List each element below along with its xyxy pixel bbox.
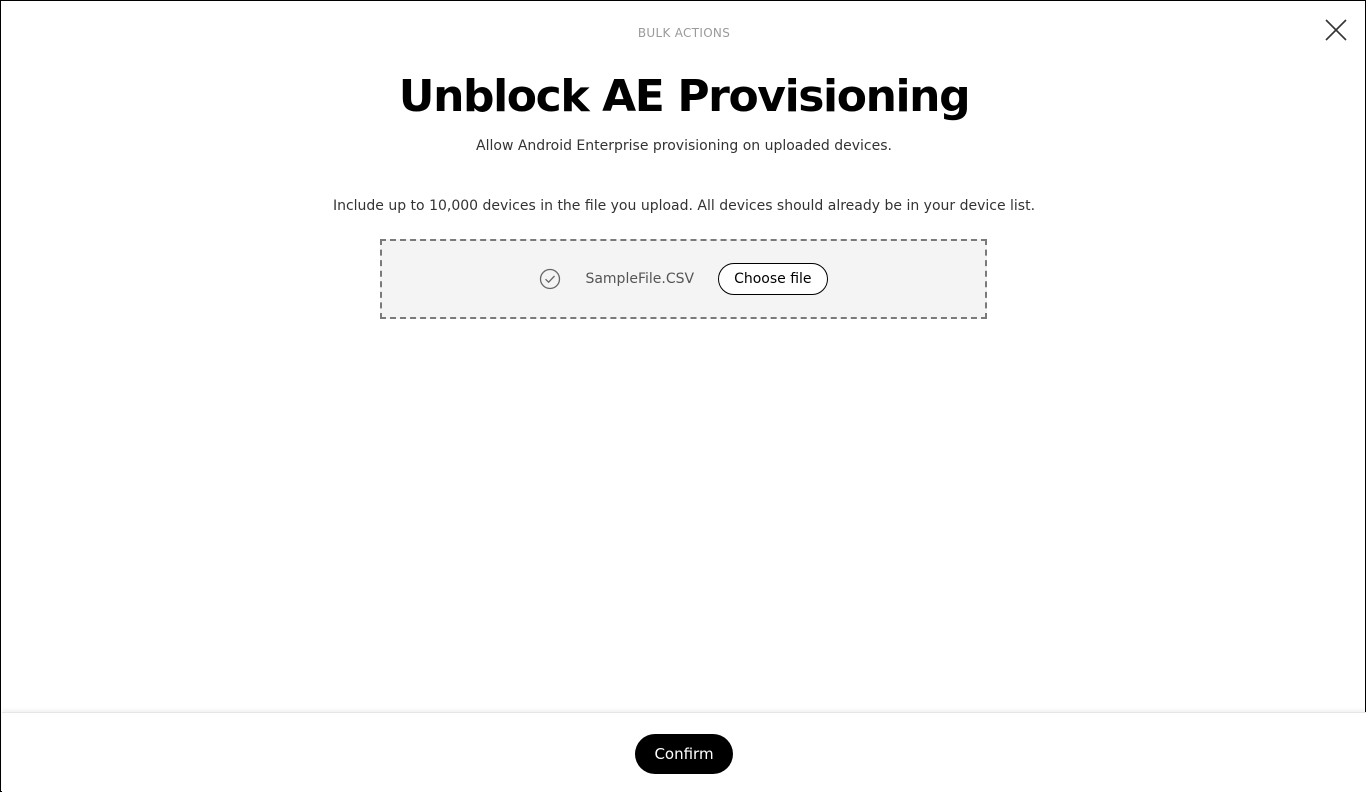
dialog-footer: Confirm — [2, 712, 1366, 792]
confirm-button[interactable]: Confirm — [635, 734, 733, 774]
choose-file-button[interactable]: Choose file — [718, 263, 828, 295]
file-dropzone[interactable]: SampleFile.CSV Choose file — [380, 239, 987, 319]
page-subtitle: Allow Android Enterprise provisioning on… — [476, 138, 892, 154]
upload-instruction: Include up to 10,000 devices in the file… — [332, 198, 1036, 214]
bulk-action-dialog: BULK ACTIONS Unblock AE Provisioning All… — [0, 0, 1366, 792]
uploaded-file-name: SampleFile.CSV — [585, 271, 695, 287]
check-circle-icon — [539, 268, 561, 290]
dialog-eyebrow: BULK ACTIONS — [637, 26, 731, 40]
page-title: Unblock AE Provisioning — [398, 71, 971, 122]
